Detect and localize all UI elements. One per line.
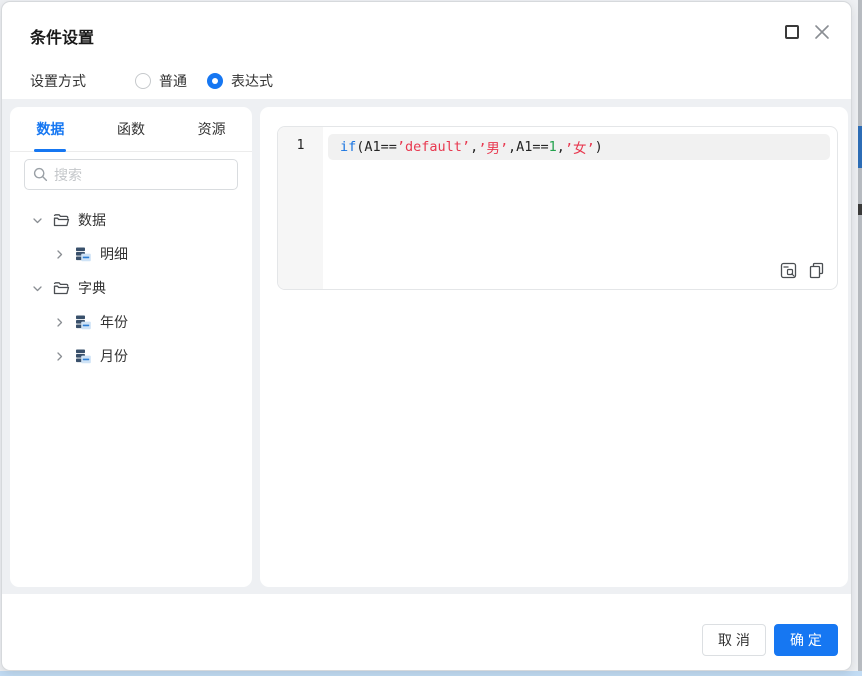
tree-item-label: 字典 <box>78 280 106 296</box>
code-token: (A1== <box>356 139 397 155</box>
setting-mode-group: 设置方式 普通 表达式 <box>30 71 293 91</box>
tree-item-label: 明细 <box>100 246 128 262</box>
close-icon[interactable] <box>813 23 831 41</box>
code-token: A1== <box>516 139 549 155</box>
maximize-icon[interactable] <box>785 25 799 39</box>
data-tree: 数据 明细 字典 年份 月份 <box>10 203 252 373</box>
setting-mode-label: 设置方式 <box>30 73 86 89</box>
code-token: if <box>340 139 357 155</box>
radio-normal-label: 普通 <box>159 73 187 89</box>
chevron-down-icon[interactable] <box>30 281 44 295</box>
confirm-button[interactable]: 确 定 <box>774 624 838 656</box>
radio-normal[interactable]: 普通 <box>135 71 187 91</box>
background-page-sliver <box>858 0 862 671</box>
dialog-body: 数据 函数 资源 数据 <box>2 99 851 594</box>
tree-item-month[interactable]: 月份 <box>10 339 252 373</box>
code-token: , <box>470 139 479 155</box>
editor-toolbar <box>779 261 825 279</box>
formula-check-icon[interactable] <box>779 261 797 279</box>
chevron-down-icon[interactable] <box>30 213 44 227</box>
sidebar-tabs: 数据 函数 资源 <box>10 107 252 152</box>
chevron-right-icon[interactable] <box>52 349 66 363</box>
copy-icon[interactable] <box>807 261 825 279</box>
background-icon-sliver <box>858 204 862 215</box>
search-icon <box>33 167 48 182</box>
tree-item-data[interactable]: 数据 <box>10 203 252 237</box>
line-number: 1 <box>296 138 305 153</box>
code-token: , <box>556 139 565 155</box>
code-token: 1 <box>548 139 557 155</box>
sidebar-panel: 数据 函数 资源 数据 <box>10 107 252 587</box>
radio-expression[interactable]: 表达式 <box>207 71 273 91</box>
tree-item-detail[interactable]: 明细 <box>10 237 252 271</box>
tree-item-label: 数据 <box>78 212 106 228</box>
condition-settings-dialog: 条件设置 设置方式 普通 表达式 数据 函数 资源 搜索 数据 明细 字典 年份… <box>1 1 852 671</box>
folder-icon <box>52 211 70 229</box>
radio-expression-circle[interactable] <box>207 73 223 89</box>
folder-icon <box>52 279 70 297</box>
dataset-icon <box>74 245 92 263</box>
tab-functions[interactable]: 函数 <box>91 107 172 151</box>
cancel-button[interactable]: 取 消 <box>702 624 766 656</box>
editor-gutter: 1 <box>278 127 323 289</box>
search-box[interactable] <box>24 159 238 190</box>
formula-editor[interactable]: 1 if (A1==’default’, ’男’, A1== 1, ’女’) <box>277 126 838 290</box>
dialog-title: 条件设置 <box>30 30 95 47</box>
tree-item-label: 月份 <box>100 348 128 364</box>
background-blue-button-sliver <box>858 126 862 168</box>
code-token: , <box>507 139 517 155</box>
tab-data[interactable]: 数据 <box>10 107 91 151</box>
tree-item-label: 年份 <box>100 314 128 330</box>
search-input[interactable] <box>54 166 229 183</box>
tab-resources[interactable]: 资源 <box>171 107 252 151</box>
chevron-right-icon[interactable] <box>52 315 66 329</box>
code-line[interactable]: if (A1==’default’, ’男’, A1== 1, ’女’) <box>328 134 830 160</box>
radio-normal-circle[interactable] <box>135 73 151 89</box>
code-token: ’女’ <box>564 141 595 157</box>
tree-item-dictionary[interactable]: 字典 <box>10 271 252 305</box>
chevron-right-icon[interactable] <box>52 247 66 261</box>
dataset-icon <box>74 313 92 331</box>
radio-expression-label: 表达式 <box>231 73 273 89</box>
expression-panel: 1 if (A1==’default’, ’男’, A1== 1, ’女’) <box>260 107 848 587</box>
tree-item-year[interactable]: 年份 <box>10 305 252 339</box>
dataset-icon <box>74 347 92 365</box>
code-token: ’default’ <box>396 139 471 155</box>
code-token: ) <box>594 139 603 155</box>
code-token: ’男’ <box>478 141 508 157</box>
background-bottom-sliver <box>0 671 862 676</box>
